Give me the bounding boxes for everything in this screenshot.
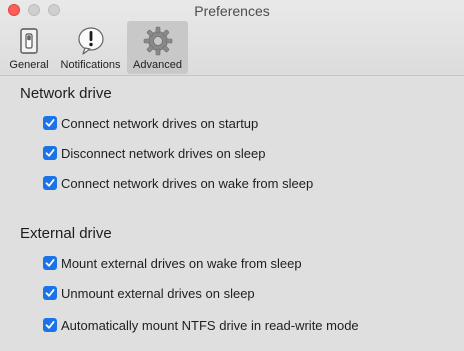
tab-general-label: General [9,59,49,71]
option-connect-on-wake[interactable]: Connect network drives on wake from slee… [43,174,313,192]
checkbox-checked-icon[interactable] [43,116,57,130]
tab-advanced-label: Advanced [133,59,182,71]
option-label: Unmount external drives on sleep [61,285,255,301]
preferences-window: Preferences General Notifications Advanc… [0,0,464,351]
tab-notifications-label: Notifications [60,59,121,71]
option-connect-on-startup[interactable]: Connect network drives on startup [43,114,258,132]
section-heading-external: External drive [20,225,112,242]
option-label: Connect network drives on startup [61,115,259,131]
checkbox-checked-icon[interactable] [43,176,57,190]
checkbox-checked-icon[interactable] [43,286,57,300]
option-label: Disconnect network drives on sleep [61,145,266,161]
option-label: Automatically mount NTFS drive in read-w… [61,317,359,333]
option-unmount-on-sleep[interactable]: Unmount external drives on sleep [43,284,255,302]
switch-icon [13,25,45,57]
section-heading-network: Network drive [20,85,112,102]
title-bar: Preferences General Notifications Advanc… [0,0,464,76]
tab-notifications[interactable]: Notifications [55,21,126,74]
option-disconnect-on-sleep[interactable]: Disconnect network drives on sleep [43,144,266,162]
checkbox-checked-icon[interactable] [43,318,57,332]
checkbox-checked-icon[interactable] [43,256,57,270]
tab-advanced[interactable]: Advanced [127,21,188,74]
gear-icon [142,25,174,57]
tab-general[interactable]: General [4,21,54,74]
checkbox-checked-icon[interactable] [43,146,57,160]
option-mount-on-wake[interactable]: Mount external drives on wake from sleep [43,254,302,272]
option-label: Mount external drives on wake from sleep [61,255,302,271]
exclamation-bubble-icon [75,25,107,57]
advanced-pane: Network drive Connect network drives on … [0,76,464,351]
option-ntfs-read-write[interactable]: Automatically mount NTFS drive in read-w… [43,316,359,334]
window-title: Preferences [194,3,270,19]
option-label: Connect network drives on wake from slee… [61,175,314,191]
